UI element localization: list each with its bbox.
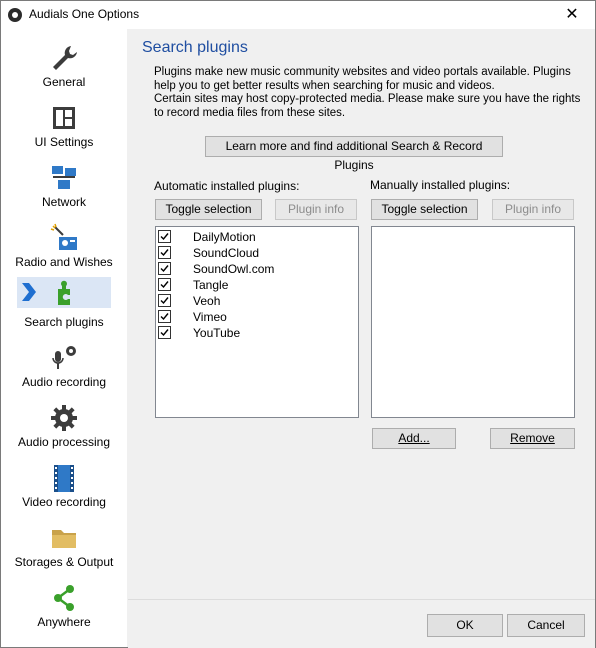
- checkbox[interactable]: [158, 278, 171, 291]
- sidebar-item-label: UI Settings: [34, 135, 94, 149]
- manual-plugin-info-button[interactable]: Plugin info: [492, 199, 574, 220]
- sidebar-item-label: Network: [41, 195, 86, 209]
- radio-icon: [50, 223, 77, 250]
- title-bar: Audials One Options ✕: [1, 1, 595, 29]
- auto-plugins-label: Automatic installed plugins:: [154, 179, 300, 193]
- plugin-name: Tangle: [193, 278, 229, 292]
- checkmark-icon: [160, 265, 169, 273]
- gear-icon: [51, 405, 77, 431]
- plugin-name: SoundCloud: [193, 246, 260, 260]
- sidebar-item-network[interactable]: Network: [1, 157, 127, 217]
- main-panel: Search plugins Plugins make new music co…: [128, 29, 595, 599]
- list-item[interactable]: YouTube: [158, 325, 356, 341]
- close-button[interactable]: ✕: [549, 1, 595, 29]
- sidebar-item-radio-and-wishes[interactable]: Radio and Wishes: [1, 217, 127, 277]
- list-item[interactable]: SoundCloud: [158, 245, 356, 261]
- sidebar-item-label: Anywhere: [37, 615, 91, 629]
- sidebar-item-label: Search plugins: [24, 315, 104, 329]
- remove-plugin-button[interactable]: Remove: [490, 428, 575, 449]
- sidebar-item-label: General: [42, 75, 86, 89]
- auto-toggle-selection-button[interactable]: Toggle selection: [155, 199, 262, 220]
- network-icon: [52, 166, 76, 189]
- plugin-name: Vimeo: [193, 310, 227, 324]
- sidebar-item-label: Audio processing: [17, 435, 111, 449]
- checkbox[interactable]: [158, 294, 171, 307]
- sidebar-item-audio-recording[interactable]: Audio recording: [1, 337, 127, 397]
- wrench-icon: [53, 46, 77, 70]
- checkmark-icon: [160, 329, 169, 337]
- checkbox[interactable]: [158, 246, 171, 259]
- learn-more-button[interactable]: Learn more and find additional Search & …: [205, 136, 503, 172]
- description-paragraph: Certain sites may host copy-protected me…: [154, 93, 581, 119]
- auto-plugin-info-button[interactable]: Plugin info: [275, 199, 357, 220]
- manual-toggle-selection-button[interactable]: Toggle selection: [371, 199, 478, 220]
- auto-plugins-list[interactable]: DailyMotion SoundCloud SoundOwl.com Tangle V…: [155, 226, 359, 418]
- options-window: Audials One Options ✕ General UI Setting…: [0, 0, 596, 648]
- sidebar-item-anywhere[interactable]: Anywhere: [1, 577, 127, 637]
- list-item[interactable]: DailyMotion: [158, 229, 356, 245]
- description-paragraph: Plugins make new music community website…: [154, 66, 571, 92]
- puzzle-icon: [58, 280, 70, 305]
- dialog-footer: OK Cancel: [128, 599, 595, 648]
- checkmark-icon: [160, 249, 169, 257]
- sidebar-item-label: Audio recording: [21, 375, 107, 389]
- manual-plugins-list[interactable]: [371, 226, 575, 418]
- list-item[interactable]: Vimeo: [158, 309, 356, 325]
- cancel-button[interactable]: Cancel: [507, 614, 585, 637]
- description: Plugins make new music community website…: [154, 66, 584, 120]
- share-icon: [54, 585, 74, 611]
- plugin-name: DailyMotion: [193, 230, 256, 244]
- sidebar-item-search-plugins[interactable]: Search plugins: [1, 277, 127, 337]
- checkbox[interactable]: [158, 230, 171, 243]
- manual-plugins-label: Manually installed plugins:: [370, 178, 511, 192]
- checkbox[interactable]: [158, 326, 171, 339]
- page-title: Search plugins: [142, 39, 248, 56]
- sidebar-item-label: Storages & Output: [14, 555, 114, 569]
- sidebar: General UI Settings Network Radio and Wi…: [1, 29, 127, 647]
- film-icon: [54, 465, 74, 492]
- ok-button[interactable]: OK: [427, 614, 503, 637]
- checkbox[interactable]: [158, 262, 171, 275]
- list-item[interactable]: SoundOwl.com: [158, 261, 356, 277]
- add-plugin-button[interactable]: Add...: [372, 428, 456, 449]
- plugin-name: YouTube: [193, 326, 241, 340]
- plugin-name: SoundOwl.com: [193, 262, 275, 276]
- sidebar-item-audio-processing[interactable]: Audio processing: [1, 397, 127, 457]
- sidebar-item-ui-settings[interactable]: UI Settings: [1, 97, 127, 157]
- checkmark-icon: [160, 281, 169, 289]
- sidebar-item-video-recording[interactable]: Video recording: [1, 457, 127, 517]
- list-item[interactable]: Veoh: [158, 293, 356, 309]
- list-item[interactable]: Tangle: [158, 277, 356, 293]
- layout-icon: [53, 107, 75, 129]
- folder-icon: [52, 530, 76, 548]
- window-title: Audials One Options: [29, 7, 140, 21]
- plugin-name: Veoh: [193, 294, 221, 308]
- checkmark-icon: [160, 233, 169, 241]
- app-logo-icon: [8, 8, 22, 22]
- checkmark-icon: [160, 297, 169, 305]
- sidebar-item-storages-output[interactable]: Storages & Output: [1, 517, 127, 577]
- checkbox[interactable]: [158, 310, 171, 323]
- sidebar-item-label: Video recording: [22, 495, 106, 509]
- checkmark-icon: [160, 313, 169, 321]
- microphone-icon: [52, 346, 76, 369]
- sidebar-item-general[interactable]: General: [1, 37, 127, 97]
- sidebar-item-label: Radio and Wishes: [15, 255, 113, 269]
- chevron-right-icon: [22, 283, 36, 301]
